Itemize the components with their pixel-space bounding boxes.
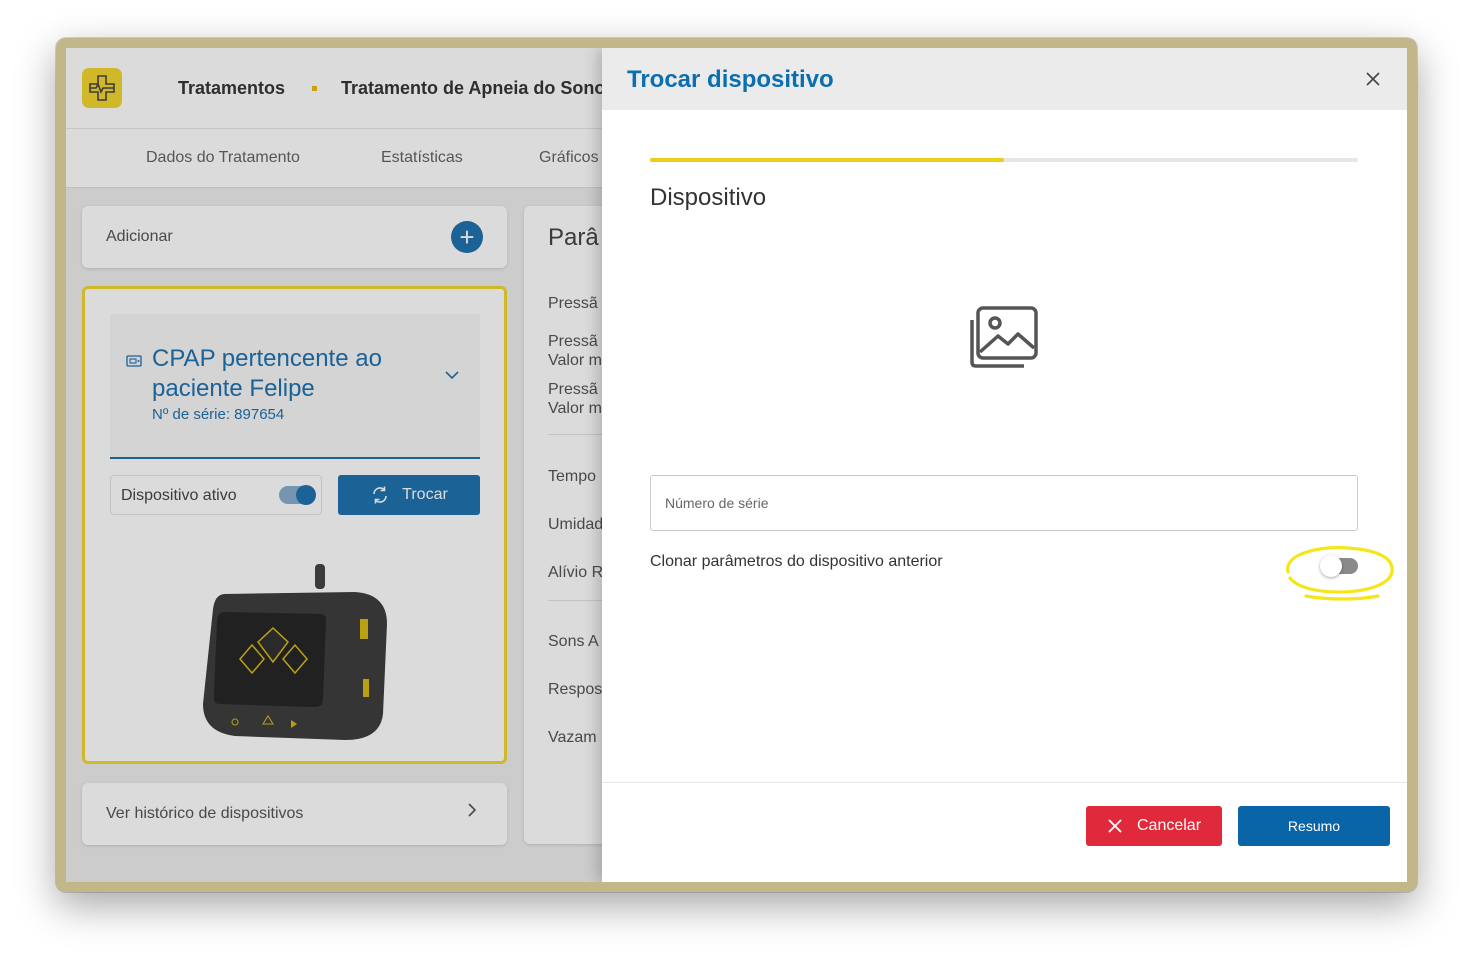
close-icon (1108, 819, 1122, 833)
swap-device-dialog: Trocar dispositivo Dispositivo Clonar pa… (602, 48, 1407, 882)
dialog-header: Trocar dispositivo (602, 48, 1407, 110)
cancel-button[interactable]: Cancelar (1086, 806, 1222, 846)
step-title: Dispositivo (650, 184, 767, 211)
clone-parameters-label: Clonar parâmetros do dispositivo anterio… (650, 553, 943, 570)
cancel-label: Cancelar (1136, 817, 1202, 834)
summary-button[interactable]: Resumo (1238, 806, 1390, 846)
step-progress-fill (650, 158, 1004, 162)
serial-number-input[interactable] (650, 475, 1358, 531)
app-window: Tratamentos Tratamento de Apneia do Sono… (56, 38, 1417, 892)
summary-label: Resumo (1287, 818, 1341, 834)
image-placeholder-icon[interactable] (968, 306, 1040, 370)
close-icon[interactable] (1365, 65, 1381, 91)
app-root: Tratamentos Tratamento de Apneia do Sono… (66, 48, 1407, 882)
dialog-footer-divider (602, 782, 1407, 783)
step-progress-bar (650, 158, 1358, 162)
clone-parameters-toggle[interactable] (1320, 555, 1358, 577)
dialog-title: Trocar dispositivo (627, 66, 834, 93)
